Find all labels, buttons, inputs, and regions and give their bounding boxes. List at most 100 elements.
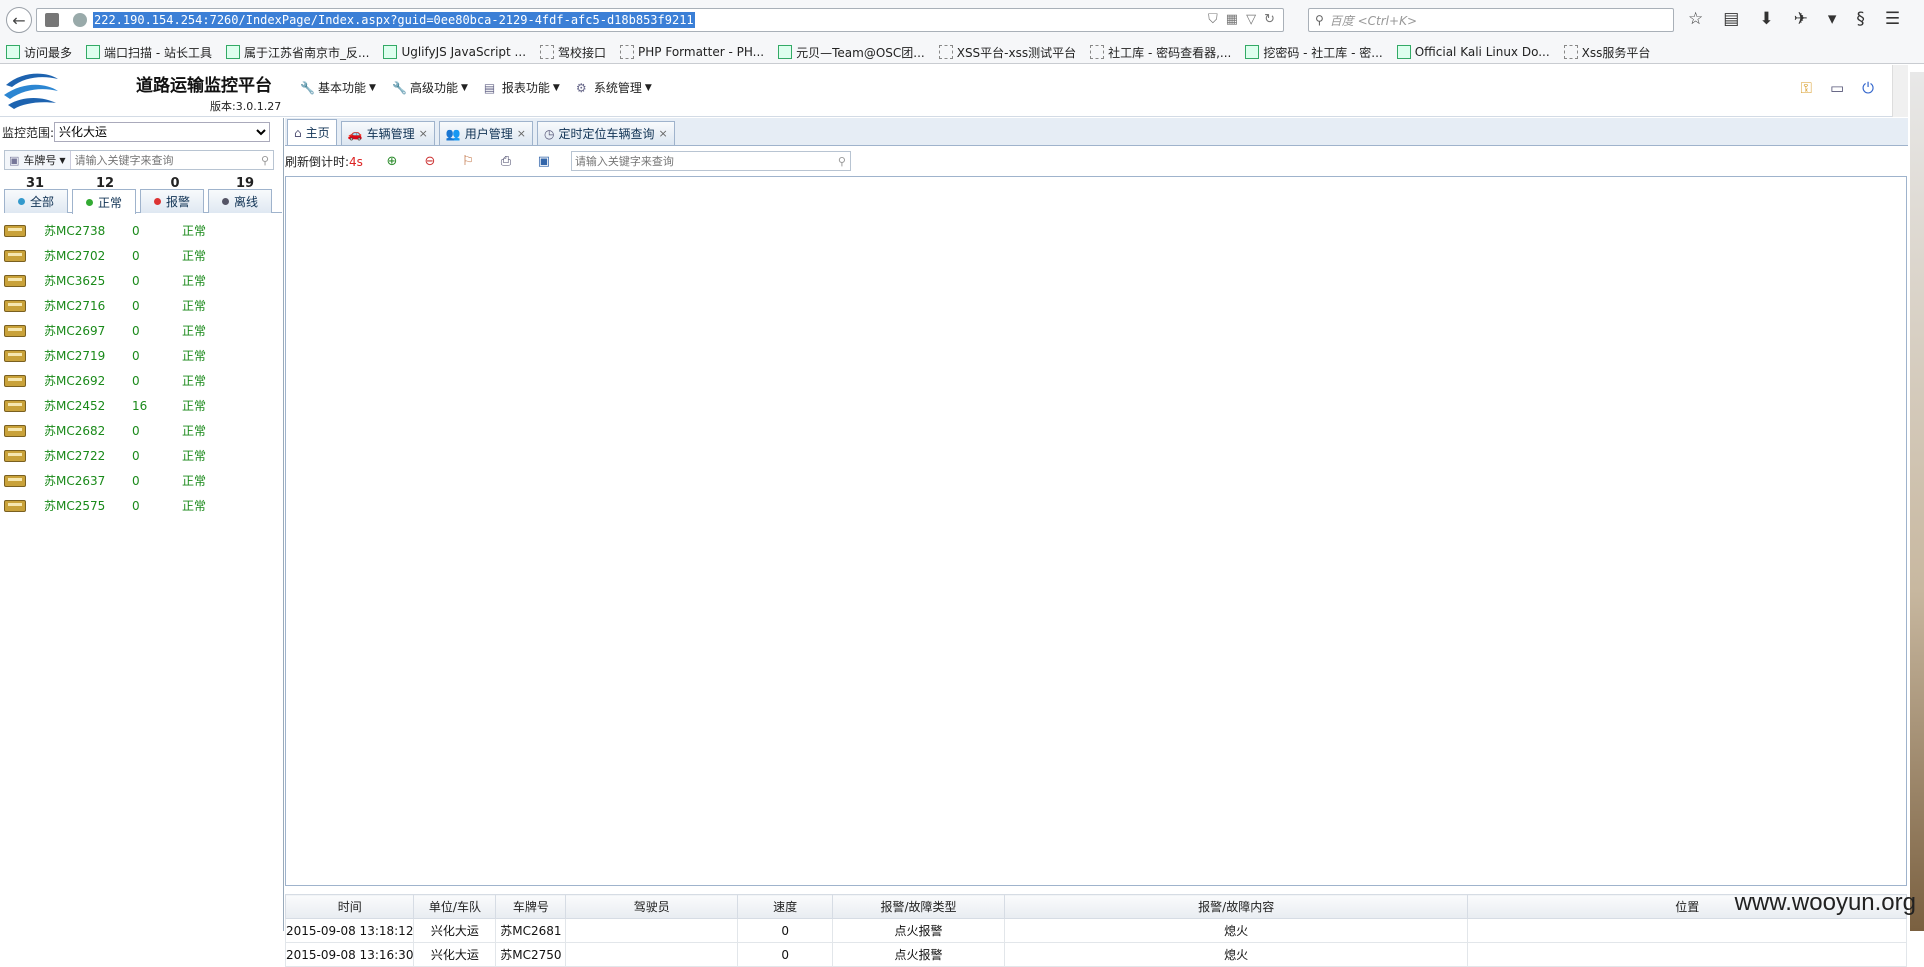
chevron-down-icon: ▼ <box>369 83 376 93</box>
bookmark-item[interactable]: 属于江苏省南京市_反... <box>226 44 369 61</box>
key-icon[interactable]: ⚿ <box>1801 79 1812 97</box>
bookmark-icon <box>540 45 554 59</box>
close-icon[interactable]: × <box>419 127 428 140</box>
tab-normal[interactable]: 正常 <box>72 189 136 214</box>
tab-offline[interactable]: 离线 <box>208 189 272 213</box>
hamburger-menu-icon[interactable]: ☰ <box>1885 9 1900 29</box>
download-icon[interactable]: ⬇ <box>1759 9 1773 29</box>
close-icon[interactable]: × <box>517 127 526 140</box>
vehicle-row[interactable]: 苏MC27190正常 <box>0 343 284 368</box>
back-arrow-icon[interactable]: ← <box>6 7 32 33</box>
bookmark-item[interactable]: PHP Formatter - PH... <box>620 45 764 59</box>
bus-icon <box>4 250 26 262</box>
col-plate[interactable]: 车牌号 <box>496 895 566 919</box>
menu-advanced-functions[interactable]: 🔧高级功能▼ <box>392 79 468 96</box>
map-canvas[interactable] <box>285 176 1907 886</box>
chevron-down-icon[interactable]: ▾ <box>1828 9 1837 29</box>
vehicle-row[interactable]: 苏MC27160正常 <box>0 293 284 318</box>
vehicle-row[interactable]: 苏MC26820正常 <box>0 418 284 443</box>
col-driver[interactable]: 驾驶员 <box>566 895 738 919</box>
chevron-down-icon: ▼ <box>461 83 468 93</box>
vehicle-row[interactable]: 苏MC27220正常 <box>0 443 284 468</box>
url-text[interactable]: 222.190.154.254:7260/IndexPage/Index.asp… <box>93 12 695 28</box>
col-time[interactable]: 时间 <box>286 895 414 919</box>
search-icon[interactable]: ⚲ <box>838 155 846 168</box>
bookmark-item[interactable]: 元贝—Team@OSC团... <box>778 44 925 61</box>
vehicle-row[interactable]: 苏MC26370正常 <box>0 468 284 493</box>
shield-icon[interactable]: ⛉ <box>1208 12 1218 27</box>
qr-icon[interactable]: ▦ <box>1226 12 1238 27</box>
dot-icon <box>222 198 229 205</box>
zoom-in-icon[interactable]: ⊕ <box>383 152 401 170</box>
bookmark-icon <box>1397 45 1411 59</box>
id-card-icon: ▣ <box>9 154 19 167</box>
bookmark-item[interactable]: 端口扫描 - 站长工具 <box>86 44 212 61</box>
tab-timed-location-query[interactable]: ◷定时定位车辆查询× <box>537 121 675 145</box>
vehicle-row[interactable]: 苏MC245216正常 <box>0 393 284 418</box>
menu-system-management[interactable]: ⚙系统管理▼ <box>576 79 652 96</box>
bookmark-icon <box>778 45 792 59</box>
bookmark-item[interactable]: Official Kali Linux Do... <box>1397 45 1550 59</box>
menu-reports[interactable]: ▤报表功能▼ <box>484 79 560 96</box>
address-bar[interactable]: 222.190.154.254:7260/IndexPage/Index.asp… <box>36 8 1284 32</box>
bookmark-item[interactable]: XSS平台-xss测试平台 <box>939 44 1076 61</box>
profile-card-icon[interactable]: ▭ <box>1830 79 1844 97</box>
filter-type-dropdown[interactable]: ▣车牌号▼ <box>5 151 71 169</box>
col-unit[interactable]: 单位/车队 <box>414 895 496 919</box>
col-speed[interactable]: 速度 <box>738 895 833 919</box>
menu-basic-functions[interactable]: 🔧基本功能▼ <box>300 79 376 96</box>
reload-icon[interactable]: ↻ <box>1264 12 1275 27</box>
tab-all[interactable]: 全部 <box>4 189 68 213</box>
bookmark-item[interactable]: 社工库 - 密码查看器,... <box>1090 44 1231 61</box>
extension-icon[interactable]: § <box>1856 9 1865 29</box>
monitoring-app: 道路运输监控平台 版本:3.0.1.27 🔧基本功能▼ 🔧高级功能▼ ▤报表功能… <box>0 65 1924 931</box>
address-bar-icons: ⛉ ▦ ▽ ↻ <box>1208 12 1275 27</box>
map-search-input[interactable] <box>575 155 825 168</box>
vehicle-search-input[interactable] <box>71 154 241 167</box>
bookmark-item[interactable]: UglifyJS JavaScript ... <box>383 45 526 59</box>
vehicle-list: 苏MC27380正常 苏MC27020正常 苏MC36250正常 苏MC2716… <box>0 218 284 518</box>
col-alarm-content[interactable]: 报警/故障内容 <box>1004 895 1467 919</box>
bus-icon <box>4 425 26 437</box>
countdown-value: 4s <box>349 155 363 169</box>
vehicle-row[interactable]: 苏MC27380正常 <box>0 218 284 243</box>
addon-icon[interactable]: ✈ <box>1794 9 1808 29</box>
search-icon[interactable]: ⚲ <box>261 154 269 167</box>
table-header: 时间 单位/车队 车牌号 驾驶员 速度 报警/故障类型 报警/故障内容 位置 <box>286 895 1907 919</box>
dropdown-icon[interactable]: ▽ <box>1246 12 1256 27</box>
main-area: ⌂主页 🚗车辆管理× 👥用户管理× ◷定时定位车辆查询× 刷新倒计时:4s ⊕ … <box>285 118 1924 931</box>
header-scrollbar[interactable] <box>1892 65 1908 117</box>
bookmark-star-icon[interactable]: ☆ <box>1688 9 1703 29</box>
close-icon[interactable]: × <box>659 127 668 140</box>
power-icon[interactable]: ⏻ <box>1862 79 1874 97</box>
bus-icon <box>4 400 26 412</box>
browser-navbar: ← 222.190.154.254:7260/IndexPage/Index.a… <box>0 0 1924 38</box>
bookmark-item[interactable]: 驾校接口 <box>540 44 606 61</box>
tab-home[interactable]: ⌂主页 <box>287 119 337 145</box>
bookmark-item[interactable]: 挖密码 - 社工库 - 密... <box>1245 44 1382 61</box>
col-alarm-type[interactable]: 报警/故障类型 <box>833 895 1005 919</box>
bookmarks-bar: 访问最多 端口扫描 - 站长工具 属于江苏省南京市_反... UglifyJS … <box>0 40 1924 64</box>
vehicle-row[interactable]: 苏MC36250正常 <box>0 268 284 293</box>
app-version: 版本:3.0.1.27 <box>210 98 281 114</box>
vehicle-row[interactable]: 苏MC25750正常 <box>0 493 284 518</box>
measure-icon[interactable]: ⚐ <box>459 152 477 170</box>
tab-alarm[interactable]: 报警 <box>140 189 204 213</box>
bookmark-item[interactable]: 访问最多 <box>6 44 72 61</box>
dot-icon <box>18 198 25 205</box>
tab-user-management[interactable]: 👥用户管理× <box>439 121 533 145</box>
table-row[interactable]: 2015-09-08 13:16:30 兴化大运 苏MC2750 0 点火报警 … <box>286 943 1907 967</box>
reading-list-icon[interactable]: ▤ <box>1723 9 1739 29</box>
save-icon[interactable]: ▣ <box>535 152 553 170</box>
vehicle-filter: ▣车牌号▼ ⚲ <box>4 150 274 170</box>
browser-search-bar[interactable]: ⚲ 百度 <Ctrl+K> <box>1308 8 1674 32</box>
zoom-out-icon[interactable]: ⊖ <box>421 152 439 170</box>
scope-select[interactable]: 兴化大运 <box>54 122 270 142</box>
vehicle-row[interactable]: 苏MC26920正常 <box>0 368 284 393</box>
browser-toolbar-icons: ☆ ▤ ⬇ ✈ ▾ § ☰ <box>1688 9 1900 29</box>
tab-vehicle-management[interactable]: 🚗车辆管理× <box>341 121 435 145</box>
print-icon[interactable]: ⎙ <box>497 152 515 170</box>
bookmark-item[interactable]: Xss服务平台 <box>1564 44 1651 61</box>
vehicle-row[interactable]: 苏MC27020正常 <box>0 243 284 268</box>
vehicle-row[interactable]: 苏MC26970正常 <box>0 318 284 343</box>
